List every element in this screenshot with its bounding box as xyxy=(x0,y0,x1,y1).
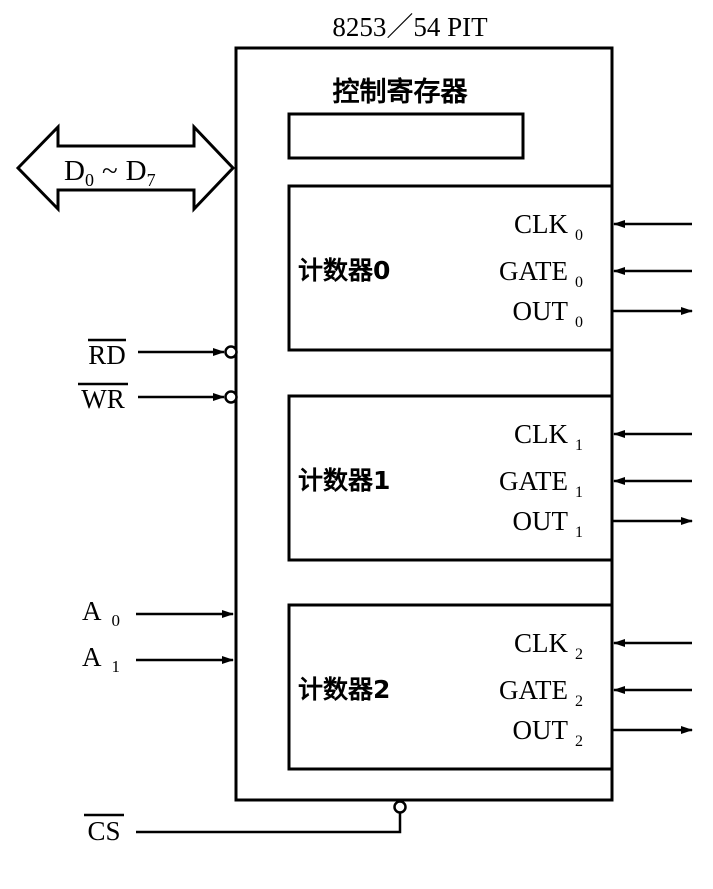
counter-1-out-sub: 1 xyxy=(575,524,583,541)
counter-1-gate-label: GATE xyxy=(499,466,568,496)
counter-1-out-label: OUT xyxy=(513,506,569,536)
cs-inversion-bubble xyxy=(393,800,407,814)
counter-0-clk-sub: 0 xyxy=(575,227,583,244)
counter-1-clk-label: CLK xyxy=(514,419,569,449)
counter-1-out-name: OUT xyxy=(513,506,569,536)
a0-label: A xyxy=(82,596,102,626)
counter-1: 计数器1 CLK 1 GATE 1 OUT 1 xyxy=(287,394,693,562)
data-bus-arrow: D0 ~ D7 xyxy=(15,123,236,213)
data-bus-to-sub: 7 xyxy=(147,170,156,190)
rd-label: RD xyxy=(88,340,126,370)
data-bus-main: D xyxy=(64,155,85,187)
counter-1-label: 计数器1 xyxy=(298,466,390,495)
counter-2-clk-sub: 2 xyxy=(575,646,583,663)
counter-2-gate-label: GATE xyxy=(499,675,568,705)
counter-2: 计数器2 CLK 2 GATE 2 OUT 2 xyxy=(287,603,693,771)
chip-title: 8253／54 PIT xyxy=(332,12,488,42)
data-bus-to-main: D xyxy=(126,155,147,187)
svg-text:D0~D7: D0 ~ D7 xyxy=(64,155,156,190)
counter-2-gate-name: GATE xyxy=(499,675,568,705)
counter-2-out-name: OUT xyxy=(513,715,569,745)
cs-signal: CS xyxy=(84,800,407,846)
counter-0-gate-label: GATE xyxy=(499,256,568,286)
counter-2-out-sub: 2 xyxy=(575,733,583,750)
counter-0-out-label: OUT xyxy=(513,296,569,326)
counter-0-gate-name: GATE xyxy=(499,256,568,286)
counter-1-gate-name: GATE xyxy=(499,466,568,496)
counter-1-clk-sub: 1 xyxy=(575,437,583,454)
counter-2-label: 计数器2 xyxy=(298,675,390,704)
data-bus-tilde: ~ xyxy=(102,155,118,187)
cs-label: CS xyxy=(87,816,120,846)
a0-sub: 0 xyxy=(112,611,121,630)
rd-inversion-bubble xyxy=(224,345,238,359)
counter-2-clk-label: CLK xyxy=(514,628,569,658)
counter-0-out-sub: 0 xyxy=(575,314,583,331)
control-register-label: 控制寄存器 xyxy=(333,76,469,108)
counter-0-label: 计数器0 xyxy=(298,256,390,285)
control-register-box xyxy=(287,112,525,160)
a0-signal: A0 xyxy=(82,596,234,630)
counter-0-gate-sub: 0 xyxy=(575,274,583,291)
counter-1-clk-name: CLK xyxy=(514,419,569,449)
counter-1-gate-sub: 1 xyxy=(575,484,583,501)
a1-sub: 1 xyxy=(112,657,121,676)
wr-label: WR xyxy=(81,384,125,414)
a1-signal: A1 xyxy=(82,642,234,676)
wr-inversion-bubble xyxy=(224,390,238,404)
data-bus-from-sub: 0 xyxy=(85,170,94,190)
pit-block-diagram: 8253／54 PIT 控制寄存器 D0 ~ D7 RD WR A0 A1 CS… xyxy=(15,12,693,846)
counter-0-clk-name: CLK xyxy=(514,209,569,239)
svg-text:A1: A1 xyxy=(82,642,120,676)
counter-0-clk-label: CLK xyxy=(514,209,569,239)
counter-0-out-name: OUT xyxy=(513,296,569,326)
counter-2-clk-name: CLK xyxy=(514,628,569,658)
counter-2-out-label: OUT xyxy=(513,715,569,745)
counter-0: 计数器0 CLK 0 GATE 0 OUT 0 xyxy=(287,184,693,352)
rd-signal: RD xyxy=(88,338,238,370)
counter-2-gate-sub: 2 xyxy=(575,693,583,710)
a1-label: A xyxy=(82,642,102,672)
svg-text:A0: A0 xyxy=(82,596,120,630)
wr-signal: WR xyxy=(78,382,238,414)
